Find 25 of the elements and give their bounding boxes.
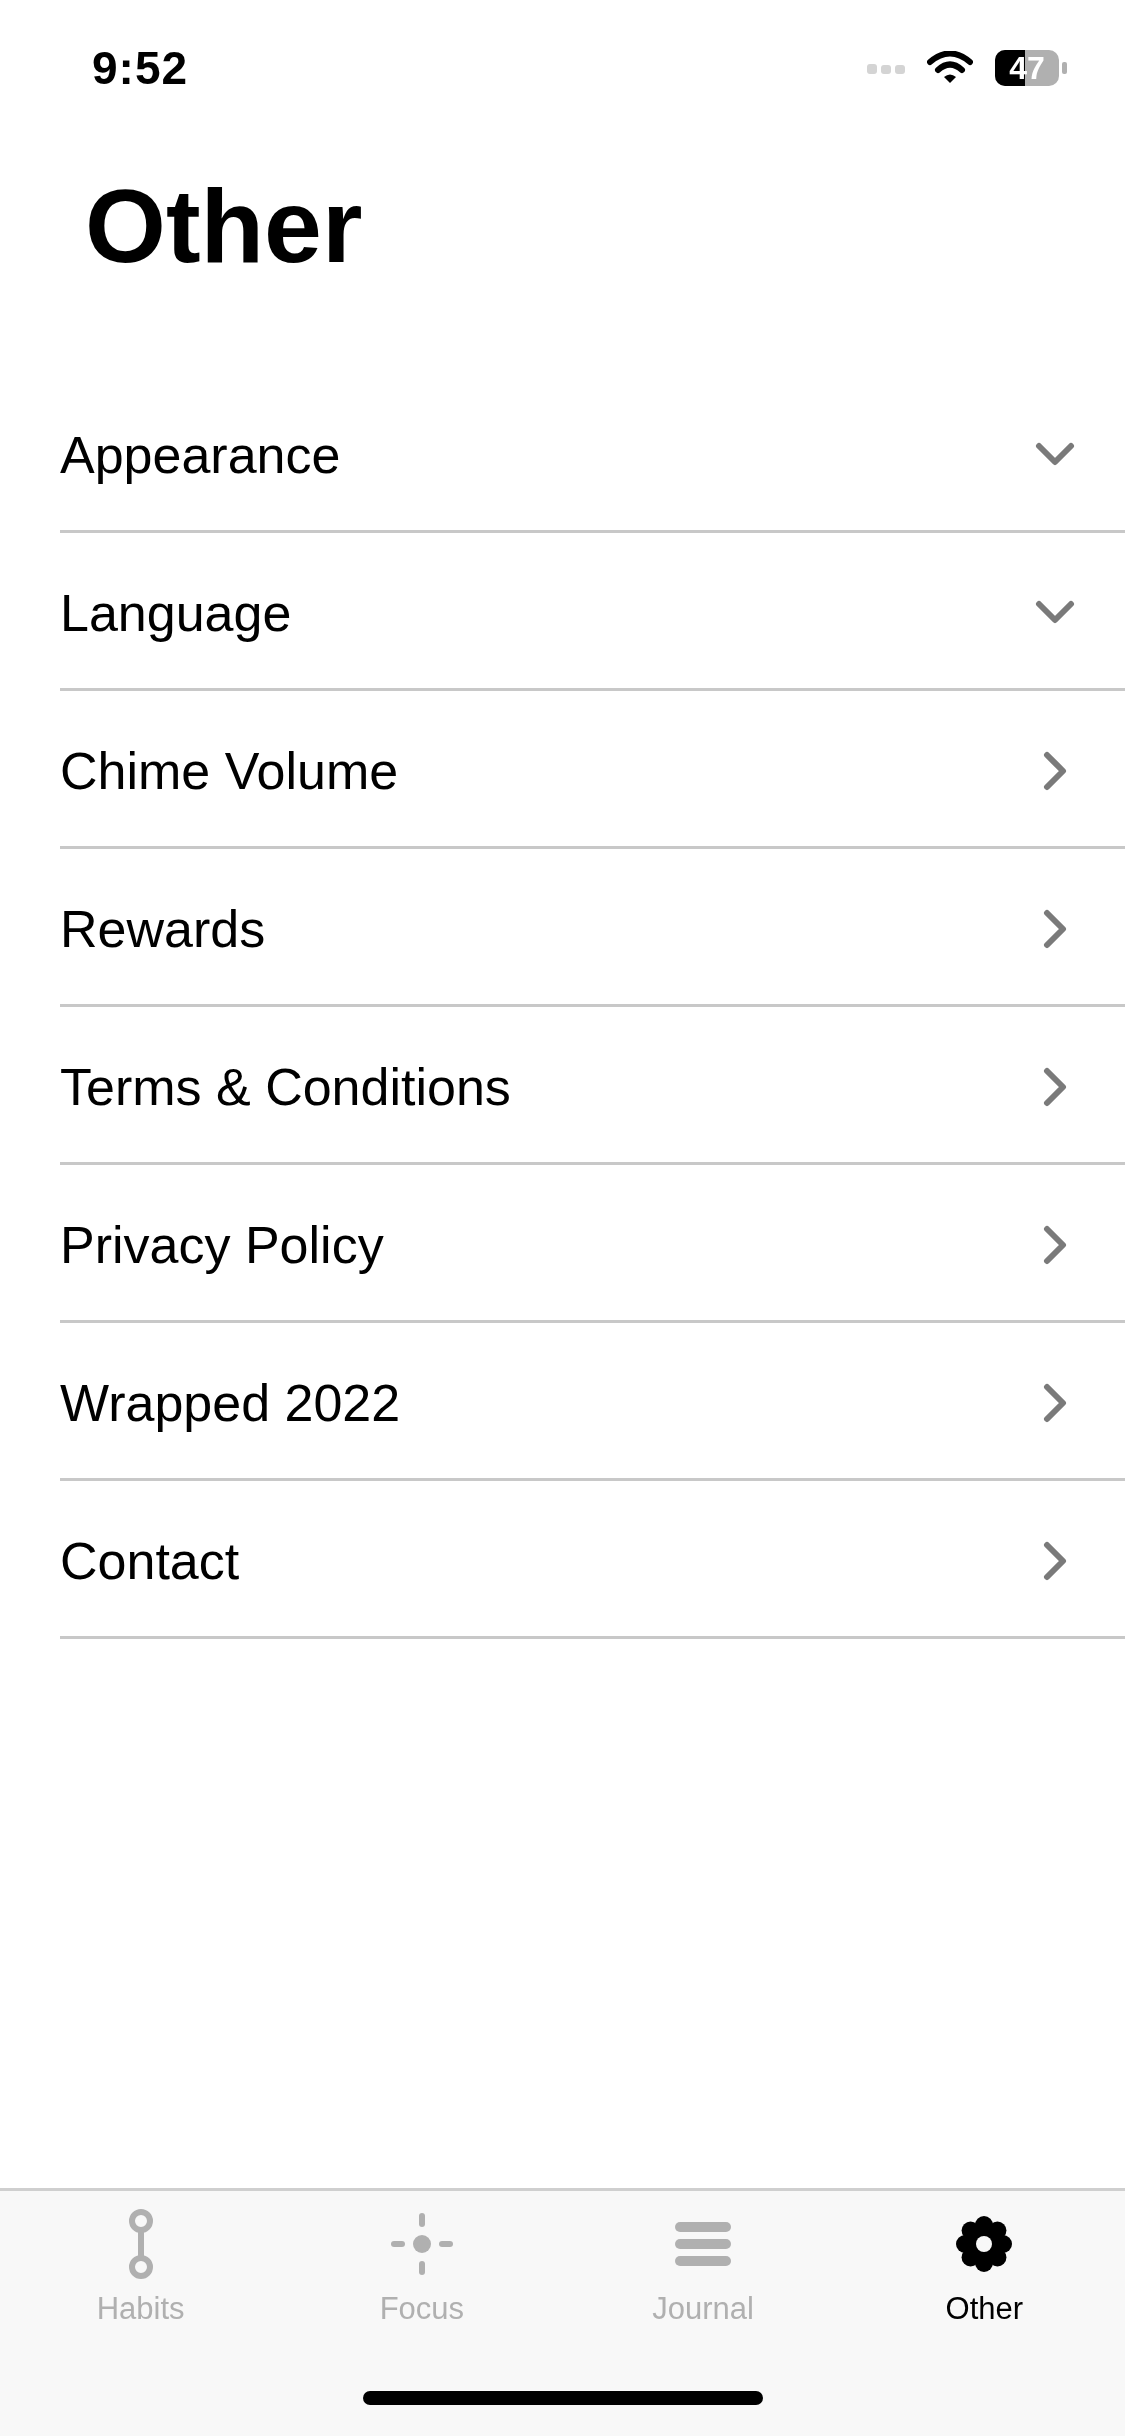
settings-row[interactable]: Privacy Policy <box>60 1165 1125 1323</box>
crosshair-icon <box>388 2211 455 2277</box>
chevron-down-icon <box>1035 441 1075 468</box>
chevron-right-icon <box>1042 1540 1068 1581</box>
chevron-down-icon <box>1035 599 1075 626</box>
settings-row[interactable]: Rewards <box>60 849 1125 1007</box>
chevron-right-icon <box>1042 750 1068 791</box>
settings-row[interactable]: Language <box>60 533 1125 691</box>
chevron-right-icon <box>1042 908 1068 949</box>
wifi-icon <box>927 51 973 85</box>
chevron-right-icon <box>1042 1066 1068 1107</box>
home-indicator[interactable] <box>362 2391 763 2405</box>
settings-row[interactable]: Contact <box>60 1481 1125 1639</box>
signal-icon <box>867 62 905 74</box>
settings-row[interactable]: Chime Volume <box>60 691 1125 849</box>
lines-icon <box>675 2220 732 2268</box>
settings-row[interactable]: Appearance <box>60 375 1125 533</box>
chevron-right-icon <box>1042 1224 1068 1265</box>
tab[interactable]: Other <box>884 2191 1085 2331</box>
settings-row[interactable]: Wrapped 2022 <box>60 1323 1125 1481</box>
status-time: 9:52 <box>92 41 189 95</box>
page-title: Other <box>85 167 363 286</box>
settings-icon <box>955 2215 1014 2273</box>
settings-row[interactable]: Terms & Conditions <box>60 1007 1125 1165</box>
chevron-right-icon <box>1042 1382 1068 1423</box>
